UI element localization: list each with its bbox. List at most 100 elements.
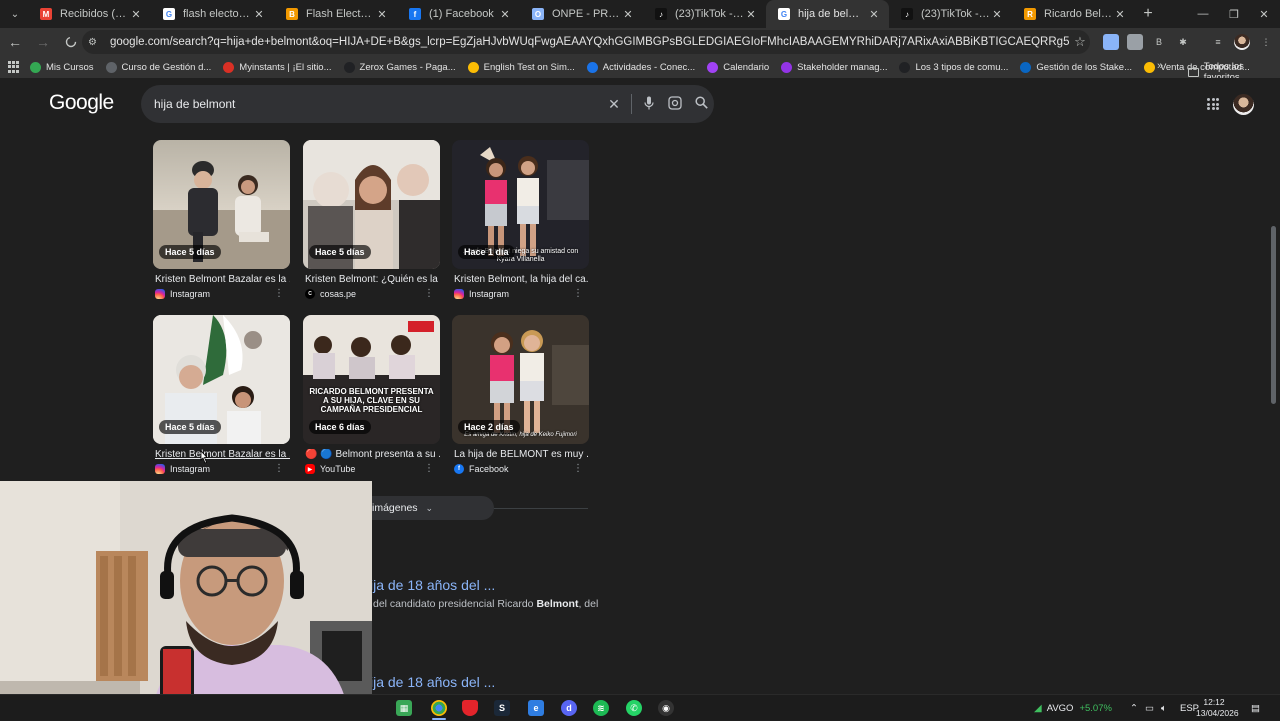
close-tab-icon[interactable]: ✕ xyxy=(1113,8,1127,21)
search-box[interactable]: hija de belmont ✕ xyxy=(141,85,714,123)
stock-widget[interactable]: ◢ AVGO +5.07% xyxy=(1034,695,1112,721)
bookmark-item[interactable]: Calendario xyxy=(707,61,769,73)
image-source[interactable]: f Facebook ⋮ xyxy=(452,463,589,474)
bookmark-item[interactable]: Stakeholder manag... xyxy=(781,61,887,73)
media-control-icon[interactable]: ≡ xyxy=(1210,34,1226,50)
discord-app-icon[interactable]: d xyxy=(561,700,577,716)
restore-icon[interactable]: ❐ xyxy=(1218,0,1250,28)
extension-b-icon[interactable]: B xyxy=(1151,34,1167,50)
forward-arrow-icon[interactable]: → xyxy=(29,28,57,56)
image-thumbnail[interactable]: ...ardo Belmont niega su amistad con Kya… xyxy=(452,140,589,269)
bookmark-item[interactable]: Zerox Games - Paga... xyxy=(343,61,456,73)
spotify-app-icon[interactable]: ≋ xyxy=(593,700,609,716)
image-source[interactable]: Instagram ⋮ xyxy=(452,288,589,299)
lens-search-icon[interactable] xyxy=(662,95,688,113)
close-tab-icon[interactable]: ✕ xyxy=(867,8,881,21)
browser-tab[interactable]: Ghija de belmont - Bus✕ xyxy=(766,0,889,28)
image-title[interactable]: 🔴 🔵 Belmont presenta a su ... xyxy=(303,449,440,460)
site-info-icon[interactable]: ⚙ xyxy=(88,37,104,48)
image-source[interactable]: Instagram ⋮ xyxy=(153,288,290,299)
page-scrollbar[interactable] xyxy=(1271,226,1276,404)
image-source[interactable]: C cosas.pe ⋮ xyxy=(303,288,440,299)
loading-stop-icon[interactable] xyxy=(57,28,85,56)
clock[interactable]: 12:12 13/04/2026 xyxy=(1196,697,1239,719)
whatsapp-app-icon[interactable]: ✆ xyxy=(626,700,642,716)
more-images-button[interactable]: imágenes ⌄ xyxy=(370,496,494,520)
close-tab-icon[interactable]: ✕ xyxy=(375,8,389,21)
bookmark-item[interactable]: English Test on Sim... xyxy=(467,61,575,73)
back-arrow-icon[interactable]: ← xyxy=(1,28,29,56)
edge-app-icon[interactable]: e xyxy=(528,700,544,716)
obs-app-icon[interactable]: ◉ xyxy=(658,700,674,716)
browser-tab[interactable]: Gflash electoral 2026 -✕ xyxy=(151,0,274,28)
browser-tab[interactable]: O ONPE - PRESENTACIÓ✕ xyxy=(520,0,643,28)
more-options-icon[interactable]: ⋮ xyxy=(274,463,284,474)
image-title[interactable]: Kristen Belmont, la hija del ca... xyxy=(452,274,589,285)
search-input[interactable]: hija de belmont xyxy=(154,97,601,111)
bookmarks-overflow-icon[interactable]: » xyxy=(1157,60,1163,72)
result-title[interactable]: ija de 18 años del ... xyxy=(370,577,495,593)
bookmark-item[interactable]: Myinstants | ¡El sitio... xyxy=(223,61,332,73)
bookmark-item[interactable]: Mis Cursos xyxy=(30,61,94,73)
more-options-icon[interactable]: ⋮ xyxy=(424,288,434,299)
store-app-icon[interactable]: ▦ xyxy=(396,700,412,716)
image-title[interactable]: Kristen Belmont Bazalar es la ... xyxy=(153,449,290,460)
image-thumbnail[interactable]: Hace 5 días xyxy=(303,140,440,269)
more-options-icon[interactable]: ⋮ xyxy=(573,463,583,474)
image-thumbnail[interactable]: RICARDO BELMONT PRESENTA A SU HIJA, CLAV… xyxy=(303,315,440,444)
apps-grid-icon[interactable] xyxy=(8,61,20,73)
browser-tab[interactable]: ♪ (23)TikTok - Make Yo✕ xyxy=(643,0,766,28)
more-options-icon[interactable]: ⋮ xyxy=(424,463,434,474)
steam-app-icon[interactable]: S xyxy=(494,700,510,716)
browser-tab[interactable]: M Recibidos (15) - lgarc✕ xyxy=(28,0,151,28)
network-icon[interactable]: ▭ xyxy=(1145,695,1154,721)
image-thumbnail[interactable]: Es amiga de Kristin, hija de Keiko Fujim… xyxy=(452,315,589,444)
clear-search-icon[interactable]: ✕ xyxy=(601,96,627,113)
bookmark-item[interactable]: Actividades - Conec... xyxy=(586,61,695,73)
bookmark-item[interactable]: Curso de Gestión d... xyxy=(105,61,211,73)
bookmark-item[interactable]: Gestión de los Stake... xyxy=(1020,61,1132,73)
close-tab-icon[interactable]: ✕ xyxy=(744,8,758,21)
more-options-icon[interactable]: ⋮ xyxy=(274,288,284,299)
extension-icon-2[interactable] xyxy=(1127,34,1143,50)
account-avatar[interactable] xyxy=(1233,94,1254,115)
image-source[interactable]: ▶ YouTube ⋮ xyxy=(303,463,440,474)
google-logo[interactable]: Google xyxy=(49,91,114,115)
close-tab-icon[interactable]: ✕ xyxy=(498,8,512,21)
notifications-icon[interactable]: ▤ xyxy=(1251,695,1260,721)
browser-menu-icon[interactable]: ⋮ xyxy=(1258,34,1274,50)
browser-tab[interactable]: R Ricardo Belmont reve✕ xyxy=(1012,0,1135,28)
result-title[interactable]: ija de 18 años del ... xyxy=(370,674,495,690)
close-tab-icon[interactable]: ✕ xyxy=(129,8,143,21)
image-source[interactable]: Instagram ⋮ xyxy=(153,463,290,474)
show-hidden-icons[interactable]: ⌃ xyxy=(1130,695,1138,721)
image-thumbnail[interactable]: Hace 5 días xyxy=(153,140,290,269)
browser-tab[interactable]: f (1) Facebook ✕ xyxy=(397,0,520,28)
google-apps-icon[interactable] xyxy=(1207,98,1219,110)
close-tab-icon[interactable]: ✕ xyxy=(621,8,635,21)
image-result[interactable]: Es amiga de Kristin, hija de Keiko Fujim… xyxy=(452,315,589,474)
image-result[interactable]: Hace 5 días Kristen Belmont: ¿Quién es l… xyxy=(303,140,440,299)
search-submit-icon[interactable] xyxy=(688,96,714,112)
image-title[interactable]: Kristen Belmont: ¿Quién es la ... xyxy=(303,274,440,285)
more-options-icon[interactable]: ⋮ xyxy=(573,288,583,299)
chrome-app-icon[interactable] xyxy=(431,700,447,716)
image-result[interactable]: RICARDO BELMONT PRESENTA A SU HIJA, CLAV… xyxy=(303,315,440,474)
new-tab-plus-icon[interactable]: + xyxy=(1135,5,1161,23)
image-thumbnail[interactable]: Hace 5 días xyxy=(153,315,290,444)
extension-icon-1[interactable] xyxy=(1103,34,1119,50)
close-tab-icon[interactable]: ✕ xyxy=(252,8,266,21)
image-title[interactable]: Kristen Belmont Bazalar es la ... xyxy=(153,274,290,285)
extensions-puzzle-icon[interactable]: ✱ xyxy=(1175,34,1191,50)
bookmark-star-icon[interactable]: ☆ xyxy=(1070,34,1090,50)
browser-tab[interactable]: ♪ (23)TikTok - Make Yo✕ xyxy=(889,0,1012,28)
browser-tab[interactable]: B Flash Electoral a cont✕ xyxy=(274,0,397,28)
voice-search-icon[interactable] xyxy=(636,96,662,113)
image-result[interactable]: ...ardo Belmont niega su amistad con Kya… xyxy=(452,140,589,299)
volume-icon[interactable]: 🔈︎ xyxy=(1161,695,1167,721)
bookmark-item[interactable]: Los 3 tipos de comu... xyxy=(899,61,1008,73)
image-title[interactable]: La hija de BELMONT es muy ... xyxy=(452,449,589,460)
image-result[interactable]: Hace 5 días Kristen Belmont Bazalar es l… xyxy=(153,315,290,474)
image-result[interactable]: Hace 5 días Kristen Belmont Bazalar es l… xyxy=(153,140,290,299)
vpn-shield-icon[interactable] xyxy=(462,700,478,716)
